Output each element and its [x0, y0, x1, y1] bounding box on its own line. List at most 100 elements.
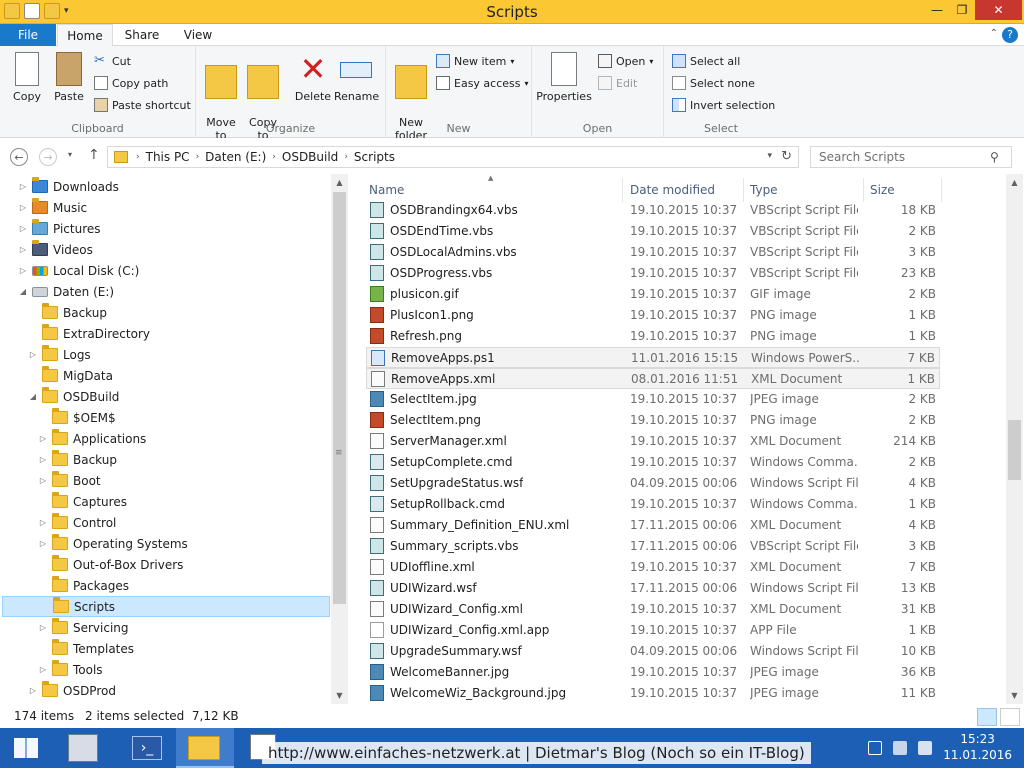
tree-item[interactable]: ▷ Pictures — [0, 218, 326, 239]
powershell-button[interactable]: ›_ — [118, 728, 176, 768]
up-button[interactable]: ↑ — [88, 147, 100, 163]
tree-item[interactable]: Scripts — [2, 596, 330, 617]
tab-file[interactable]: File — [0, 24, 56, 46]
file-row[interactable]: UDIWizard.wsf 17.11.2015 00:06 Windows Scr… — [366, 578, 940, 599]
flag-icon[interactable] — [868, 741, 882, 755]
copy-button[interactable]: Copy — [6, 52, 48, 103]
tree-item[interactable]: ◢ OSDBuild — [0, 386, 326, 407]
refresh-icon[interactable]: ↻ — [781, 149, 792, 164]
tree-item[interactable]: ▷ Downloads — [0, 176, 326, 197]
expand-arrow-icon[interactable]: ▷ — [18, 224, 28, 233]
file-row[interactable]: ServerManager.xml 19.10.2015 10:37 XML Doc… — [366, 431, 940, 452]
file-row[interactable]: OSDLocalAdmins.vbs 19.10.2015 10:37 VBScri… — [366, 242, 940, 263]
breadcrumb-scripts[interactable]: Scripts — [354, 150, 395, 164]
tree-item[interactable]: $OEM$ — [0, 407, 326, 428]
tree-item[interactable]: ▷ Servicing — [0, 617, 326, 638]
column-header-date[interactable]: Date modified — [622, 178, 744, 202]
expand-arrow-icon[interactable]: ▷ — [38, 518, 48, 527]
tree-item[interactable]: ▷ Videos — [0, 239, 326, 260]
file-row[interactable]: RemoveApps.xml 08.01.2016 11:51 XML Docume… — [366, 368, 940, 389]
expand-arrow-icon[interactable]: ▷ — [38, 455, 48, 464]
file-row[interactable]: SelectItem.jpg 19.10.2015 10:37 JPEG image… — [366, 389, 940, 410]
delete-button[interactable]: ✕ Delete — [292, 52, 334, 103]
tree-item[interactable]: ExtraDirectory — [0, 323, 326, 344]
forward-button[interactable]: → — [39, 148, 57, 166]
expand-arrow-icon[interactable]: ▷ — [18, 245, 28, 254]
tab-view[interactable]: View — [178, 24, 218, 46]
column-header-name[interactable]: Name — [361, 178, 623, 202]
file-row[interactable]: Refresh.png 19.10.2015 10:37 PNG image 1 KB — [366, 326, 940, 347]
scroll-up-icon[interactable]: ▲ — [1006, 174, 1023, 191]
breadcrumb-osdbuild[interactable]: OSDBuild — [282, 150, 338, 164]
back-button[interactable]: ← — [10, 148, 28, 166]
tree-item[interactable]: ▷ Music — [0, 197, 326, 218]
new-item-button[interactable]: New item ▾ — [436, 52, 514, 70]
tree-item[interactable]: ▷ Boot — [0, 470, 326, 491]
copy-path-button[interactable]: Copy path — [94, 74, 168, 92]
expand-arrow-icon[interactable]: ▷ — [18, 266, 28, 275]
start-button[interactable] — [0, 728, 58, 768]
expand-arrow-icon[interactable]: ▷ — [28, 686, 38, 695]
tree-item[interactable]: ▷ Applications — [0, 428, 326, 449]
properties-button[interactable]: Properties — [536, 52, 592, 103]
clock[interactable]: 15:23 11.01.2016 — [943, 731, 1012, 763]
large-icons-view-icon[interactable] — [1000, 708, 1020, 726]
invert-selection-button[interactable]: Invert selection — [672, 96, 775, 114]
file-row[interactable]: PlusIcon1.png 19.10.2015 10:37 PNG image 1 … — [366, 305, 940, 326]
nav-scrollbar[interactable]: ▲ ≡ ▼ — [331, 174, 348, 704]
file-row[interactable]: RemoveApps.ps1 11.01.2016 15:15 Windows Po… — [366, 347, 940, 368]
file-row[interactable]: WelcomeBanner.jpg 19.10.2015 10:37 JPEG im… — [366, 662, 940, 683]
tab-home[interactable]: Home — [57, 24, 113, 47]
scroll-down-icon[interactable]: ▼ — [1006, 687, 1023, 704]
column-header-type[interactable]: Type — [742, 178, 864, 202]
column-header-size[interactable]: Size — [862, 178, 942, 202]
expand-arrow-icon[interactable]: ▷ — [28, 350, 38, 359]
server-manager-button[interactable] — [58, 728, 116, 768]
scroll-up-icon[interactable]: ▲ — [331, 174, 348, 191]
file-row[interactable]: Summary_Definition_ENU.xml 17.11.2015 00:… — [366, 515, 940, 536]
tree-item[interactable]: Captures — [0, 491, 326, 512]
breadcrumb-daten[interactable]: Daten (E:) — [205, 150, 266, 164]
open-button[interactable]: Open ▾ — [598, 52, 653, 70]
tree-item[interactable]: Backup — [0, 302, 326, 323]
file-row[interactable]: UDIWizard_Config.xml.app 19.10.2015 10:37… — [366, 620, 940, 641]
network-icon[interactable] — [893, 741, 907, 755]
tree-item[interactable]: ▷ OSDProd — [0, 680, 326, 701]
tree-item[interactable]: ▷ Logs — [0, 344, 326, 365]
volume-icon[interactable] — [918, 741, 932, 755]
address-history-icon[interactable]: ▾ — [767, 151, 772, 161]
file-row[interactable]: Summary_scripts.vbs 17.11.2015 00:06 VBScr… — [366, 536, 940, 557]
file-row[interactable]: SetupComplete.cmd 19.10.2015 10:37 Windows… — [366, 452, 940, 473]
cut-button[interactable]: ✂ Cut — [94, 52, 131, 70]
edit-button[interactable]: Edit — [598, 74, 637, 92]
tree-item[interactable]: Templates — [0, 638, 326, 659]
scroll-thumb[interactable] — [1008, 420, 1021, 480]
tree-item[interactable]: ▷ Backup — [0, 449, 326, 470]
maximize-button[interactable]: ❐ — [947, 0, 977, 20]
file-row[interactable]: OSDBrandingx64.vbs 19.10.2015 10:37 VBScri… — [366, 200, 940, 221]
file-row[interactable]: SelectItem.png 19.10.2015 10:37 PNG image 2… — [366, 410, 940, 431]
tab-share[interactable]: Share — [120, 24, 164, 46]
close-button[interactable]: ✕ — [975, 0, 1022, 20]
search-input[interactable]: Search Scripts — [810, 146, 1012, 168]
tree-item[interactable]: ▷ Operating Systems — [0, 533, 326, 554]
expand-arrow-icon[interactable]: ▷ — [38, 623, 48, 632]
file-row[interactable]: OSDProgress.vbs 19.10.2015 10:37 VBScript … — [366, 263, 940, 284]
tree-item[interactable]: Out-of-Box Drivers — [0, 554, 326, 575]
file-explorer-button[interactable] — [176, 728, 234, 768]
paste-shortcut-button[interactable]: Paste shortcut — [94, 96, 191, 114]
file-row[interactable]: UDIoffline.xml 19.10.2015 10:37 XML Docume… — [366, 557, 940, 578]
tree-item[interactable]: ▷ Local Disk (C:) — [0, 260, 326, 281]
expand-arrow-icon[interactable]: ◢ — [18, 287, 28, 296]
select-none-button[interactable]: Select none — [672, 74, 755, 92]
file-row[interactable]: UpgradeSummary.wsf 04.09.2015 00:06 Window… — [366, 641, 940, 662]
collapse-ribbon-icon[interactable]: ⌃ — [990, 28, 998, 39]
scroll-down-icon[interactable]: ▼ — [331, 687, 348, 704]
paste-button[interactable]: Paste — [48, 52, 90, 103]
scroll-thumb[interactable] — [333, 192, 346, 604]
expand-arrow-icon[interactable]: ▷ — [18, 182, 28, 191]
select-all-button[interactable]: Select all — [672, 52, 740, 70]
expand-arrow-icon[interactable]: ▷ — [38, 476, 48, 485]
rename-button[interactable]: Rename — [334, 52, 379, 103]
expand-arrow-icon[interactable]: ▷ — [38, 665, 48, 674]
